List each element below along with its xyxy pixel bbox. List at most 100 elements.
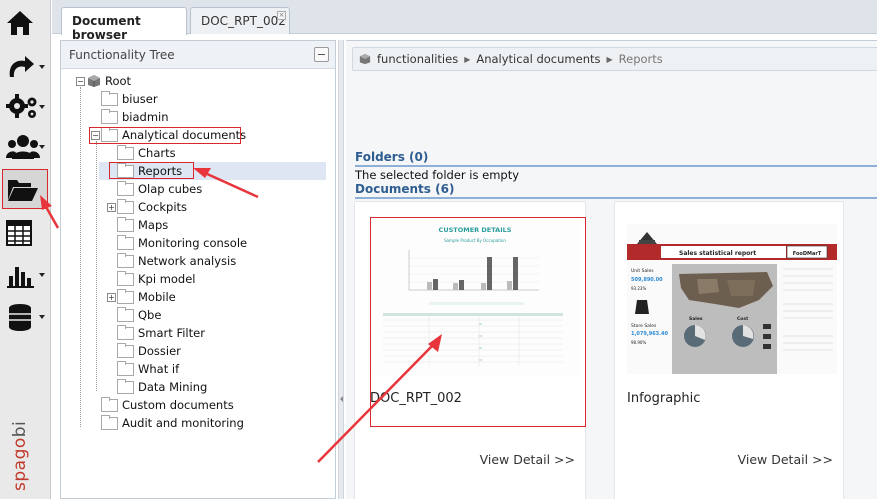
tree-node-label: Cockpits — [138, 200, 188, 214]
sales-label: Sales — [689, 316, 703, 322]
panel-splitter[interactable] — [338, 40, 344, 499]
home-icon — [7, 11, 33, 35]
documents-section-header: Documents (6) — [355, 182, 877, 199]
tab-label: Document browser — [72, 14, 141, 42]
sidebar-redo[interactable] — [2, 48, 48, 86]
expand-toggle-icon[interactable]: + — [107, 203, 116, 212]
folder-icon — [117, 270, 134, 286]
tree-node-network-analysis[interactable]: Network analysis — [117, 252, 236, 270]
folder-icon — [101, 108, 118, 124]
tree-node-kpi-model[interactable]: Kpi model — [117, 270, 196, 288]
document-thumbnail[interactable]: Sales statistical report FooDMarT Unit S… — [627, 224, 837, 374]
tree-node-label: Mobile — [138, 290, 176, 304]
store-sales-label: Store Sales — [631, 323, 657, 329]
chevron-down-icon — [39, 273, 45, 277]
collapse-panel-button[interactable] — [314, 47, 329, 62]
tree-node-label: Olap cubes — [138, 182, 203, 196]
tree-node-cockpits[interactable]: Cockpits — [117, 198, 187, 216]
tree-node-mobile[interactable]: Mobile — [117, 288, 176, 306]
folder-icon — [101, 414, 118, 430]
view-detail-link[interactable]: View Detail >> — [480, 452, 575, 467]
spagobi-logo: spagobi — [10, 420, 30, 491]
tree-node-data-mining[interactable]: Data Mining — [117, 378, 207, 396]
annotation-highlight-box — [89, 127, 241, 144]
folder-icon — [117, 342, 134, 358]
tree-node-smart-filter[interactable]: Smart Filter — [117, 324, 205, 342]
sidebar-table[interactable] — [2, 214, 48, 252]
store-sales-pct: 98.90% — [631, 340, 646, 345]
tree-node-label: What if — [138, 362, 180, 376]
tree-node-audit-and-monitoring[interactable]: Audit and monitoring — [101, 414, 244, 432]
breadcrumb-current: Reports — [618, 52, 663, 66]
folder-icon — [117, 234, 134, 250]
view-detail-link[interactable]: View Detail >> — [738, 452, 833, 467]
tree-node-label: Root — [105, 74, 132, 88]
table-icon — [6, 220, 32, 246]
folder-icon — [117, 252, 134, 268]
chevron-down-icon — [39, 315, 45, 319]
sidebar-analytics[interactable] — [2, 256, 48, 294]
tree-node-label: Custom documents — [122, 398, 234, 412]
sidebar-documents[interactable] — [2, 169, 48, 209]
sidebar-data[interactable] — [2, 298, 48, 336]
collapse-left-icon[interactable] — [340, 396, 343, 402]
sidebar-home[interactable] — [2, 4, 48, 42]
document-title[interactable]: Infographic — [627, 391, 700, 406]
tab-document-browser[interactable]: Document browser — [61, 7, 187, 42]
folders-section-header: Folders (0) — [355, 150, 877, 167]
folder-icon — [117, 306, 134, 322]
tree-node-what-if[interactable]: What if — [117, 360, 179, 378]
tree-node-label: Monitoring console — [138, 236, 248, 250]
tree-node-maps[interactable]: Maps — [117, 216, 168, 234]
folder-icon — [117, 324, 134, 340]
folder-icon — [117, 198, 134, 214]
folder-icon — [117, 288, 134, 304]
document-title[interactable]: DOC_RPT_002 — [370, 391, 462, 406]
store-sales-value: 1,079,963.40 — [631, 331, 669, 337]
tree-node-qbe[interactable]: Qbe — [117, 306, 161, 324]
folder-icon — [101, 90, 118, 106]
tree-node-label: Audit and monitoring — [122, 416, 244, 430]
tree-node-label: Smart Filter — [138, 326, 205, 340]
tree-node-label: biadmin — [122, 110, 169, 124]
tree-node-label: Charts — [138, 146, 176, 160]
tree-node-dossier[interactable]: Dossier — [117, 342, 181, 360]
breadcrumb-item[interactable]: Analytical documents — [476, 52, 600, 66]
breadcrumb: functionalities ▶ Analytical documents ▶… — [352, 47, 877, 71]
tab-doc-rpt-002[interactable]: DOC_RPT_002 × — [190, 7, 290, 34]
cost-label: Cost — [737, 316, 749, 322]
tree-node-monitoring-console[interactable]: Monitoring console — [117, 234, 247, 252]
document-card[interactable]: Sales statistical report FooDMarT Unit S… — [614, 201, 844, 499]
annotation-highlight-box — [109, 162, 194, 179]
expand-toggle-icon[interactable]: + — [107, 293, 116, 302]
breadcrumb-item[interactable]: functionalities — [377, 52, 458, 66]
tree-node-custom-documents[interactable]: Custom documents — [101, 396, 234, 414]
folder-icon — [117, 216, 134, 232]
breadcrumb-separator-icon: ▶ — [464, 54, 471, 64]
tree-node-biuser[interactable]: biuser — [101, 90, 158, 108]
tree-node-root[interactable]: Root — [87, 72, 131, 90]
tree-node-biadmin[interactable]: biadmin — [101, 108, 169, 126]
sidebar-settings[interactable] — [2, 88, 48, 126]
tree-guide — [96, 141, 97, 391]
collapse-toggle-icon[interactable]: − — [76, 77, 85, 86]
tree-panel-header: Functionality Tree — [61, 41, 335, 69]
folder-icon — [117, 180, 134, 196]
tree-node-olap-cubes[interactable]: Olap cubes — [117, 180, 202, 198]
sidebar-users[interactable] — [2, 128, 48, 166]
document-card[interactable]: CUSTOMER DETAILS Sample Product By Occup… — [354, 201, 586, 499]
tree-node-charts[interactable]: Charts — [117, 144, 176, 162]
tree-node-label: Data Mining — [138, 380, 208, 394]
unit-sales-value: 509,890.00 — [631, 277, 663, 283]
thumb-title: Sales statistical report — [679, 250, 756, 257]
redo-arrow-icon — [9, 56, 35, 77]
database-icon — [9, 304, 31, 331]
tab-strip: Document browser DOC_RPT_002 × — [52, 0, 877, 42]
bar-chart-icon — [7, 267, 34, 288]
folder-icon — [117, 360, 134, 376]
unit-sales-label: Unit Sales — [631, 268, 654, 274]
folder-icon — [117, 144, 134, 160]
close-icon[interactable]: × — [277, 11, 286, 20]
tree-node-label: Maps — [138, 218, 169, 232]
tree-node-label: biuser — [122, 92, 158, 106]
